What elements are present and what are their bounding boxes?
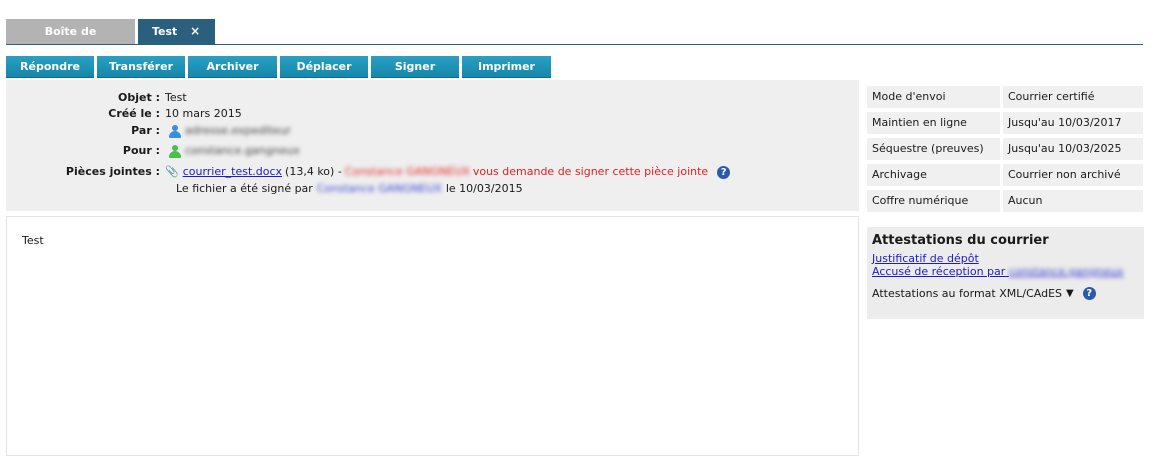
archive-button[interactable]: Archiver (188, 56, 277, 78)
tab-test-label: Test (152, 25, 178, 38)
tab-inbox[interactable]: Boîte de réception (6, 19, 135, 63)
detail-value: Courrier certifié (1003, 86, 1143, 108)
detail-row: Maintien en ligne Jusqu'au 10/03/2017 (867, 112, 1143, 134)
forward-button[interactable]: Transférer (97, 56, 185, 78)
signer-link[interactable]: Constance GANGNEUX (317, 181, 442, 197)
receipt-link-label: Accusé de réception par (872, 265, 1006, 278)
caret-down-icon: ▼ (1066, 288, 1074, 299)
created-row: Créé le : 10 mars 2015 (6, 106, 242, 122)
detail-row: Archivage Courrier non archivé (867, 164, 1143, 186)
tab-divider (6, 44, 1143, 45)
subject-value: Test (165, 91, 187, 104)
message-body-text: Test (22, 234, 44, 247)
recipient-name: constance.gangneux (185, 144, 300, 157)
detail-row: Mode d'envoi Courrier certifié (867, 86, 1143, 108)
move-to-button[interactable]: Déplacer vers... (280, 56, 368, 95)
subject-label: Objet : (118, 91, 160, 104)
help-icon[interactable]: ? (1082, 287, 1096, 300)
sender-name: adresse.expediteur (185, 124, 291, 137)
print-button[interactable]: Imprimer (462, 56, 551, 78)
detail-key: Mode d'envoi (867, 86, 1000, 108)
detail-value: Jusqu'au 10/03/2017 (1003, 112, 1143, 134)
attachments-label: Pièces jointes : (65, 165, 160, 178)
paperclip-icon: 📎 (165, 165, 179, 178)
to-label: Pour : (122, 144, 160, 157)
sign-button[interactable]: Signer (371, 56, 459, 78)
attachments-row: Pièces jointes : 📎 courrier_test.docx (1… (6, 164, 731, 180)
sign-requester: Constance GANGNEUX (344, 165, 470, 178)
attestations-panel: Attestations du courrier Justificatif de… (867, 227, 1144, 319)
signed-date: le 10/03/2015 (445, 182, 523, 195)
tab-bar: Boîte de réception Test × (6, 19, 215, 63)
created-label: Créé le : (108, 107, 160, 120)
help-icon[interactable]: ? (717, 165, 731, 179)
detail-key: Archivage (867, 164, 1000, 186)
message-header: Objet : Test Créé le : 10 mars 2015 Par … (6, 80, 859, 211)
detail-value: Aucun (1003, 190, 1143, 212)
detail-row: Coffre numérique Aucun (867, 190, 1143, 212)
tab-test[interactable]: Test × (138, 19, 215, 44)
detail-key: Séquestre (preuves) (867, 138, 1000, 160)
from-label: Par : (131, 124, 160, 137)
detail-value: Jusqu'au 10/03/2025 (1003, 138, 1143, 160)
attestation-format-label: Attestations au format XML/CAdES (872, 287, 1063, 300)
signed-prefix: Le fichier a été signé par (176, 182, 313, 195)
receipt-link[interactable]: Accusé de réception par constance.gangne… (872, 265, 1139, 278)
detail-value: Courrier non archivé (1003, 164, 1143, 186)
attestation-format-dropdown[interactable]: Attestations au format XML/CAdES ▼ ? (872, 287, 1139, 300)
attachment-link[interactable]: courrier_test.docx (183, 164, 282, 180)
attachment-size: (13,4 ko) - (285, 165, 342, 178)
detail-row: Séquestre (preuves) Jusqu'au 10/03/2025 (867, 138, 1143, 160)
subject-row: Objet : Test (6, 90, 187, 106)
detail-key: Coffre numérique (867, 190, 1000, 212)
recipient-user-icon (169, 144, 181, 158)
to-row: Pour : constance.gangneux (6, 143, 300, 159)
deposit-proof-link[interactable]: Justificatif de dépôt (872, 252, 1139, 265)
receipt-person: constance.gangneux (1008, 265, 1124, 278)
close-icon[interactable]: × (190, 24, 200, 38)
message-body: Test (6, 216, 859, 456)
detail-key: Maintien en ligne (867, 112, 1000, 134)
sender-user-icon (169, 124, 181, 138)
from-row: Par : adresse.expediteur (6, 123, 291, 139)
action-toolbar: Répondre Transférer Archiver Déplacer ve… (6, 56, 551, 95)
attestations-title: Attestations du courrier (872, 233, 1049, 248)
signed-row: Le fichier a été signé par Constance GAN… (176, 181, 523, 197)
created-value: 10 mars 2015 (165, 107, 242, 120)
sign-request-text: vous demande de signer cette pièce joint… (472, 165, 709, 178)
reply-button[interactable]: Répondre (6, 56, 94, 78)
